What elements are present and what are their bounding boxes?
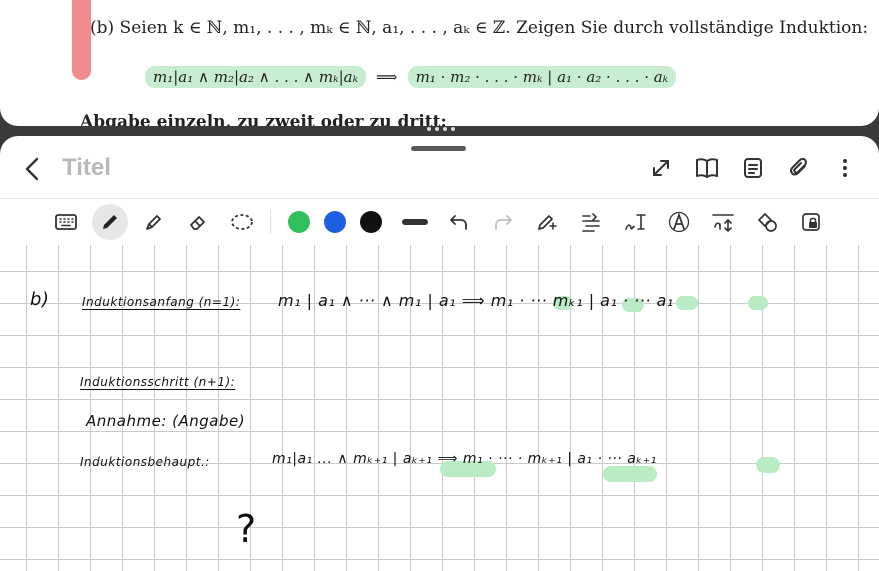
color-green[interactable] <box>288 211 310 233</box>
attach-icon[interactable] <box>787 156 811 180</box>
assumption-text: Annahme: (Angabe) <box>86 412 246 430</box>
highlight-mark <box>603 466 657 482</box>
undo-icon[interactable] <box>441 204 477 240</box>
more-options-icon[interactable] <box>833 156 857 180</box>
text-align-icon[interactable] <box>573 204 609 240</box>
document-panel[interactable]: (b) Seien k ∈ ℕ, m₁, . . . , mₖ ∈ ℕ, a₁,… <box>0 0 879 126</box>
highlight-mark <box>676 296 698 310</box>
split-drag-dots[interactable] <box>427 127 455 131</box>
color-black[interactable] <box>360 211 382 233</box>
text-style-icon[interactable] <box>661 204 697 240</box>
note-sheet: Titel b) Induktionsanfang (n=1): m₁ | a₁… <box>0 136 879 571</box>
toolbar-divider <box>270 210 271 234</box>
submission-text: Abgabe einzeln, zu zweit oder zu dritt: <box>80 112 447 126</box>
pen-toolbar <box>0 198 879 246</box>
exercise-text: (b) Seien k ∈ ℕ, m₁, . . . , mₖ ∈ ℕ, a₁,… <box>90 18 869 38</box>
exercise-formula: m₁|a₁ ∧ m₂|a₂ ∧ . . . ∧ mₖ|aₖ ⟹ m₁ · m₂ … <box>145 65 677 89</box>
stroke-width-icon[interactable] <box>397 204 433 240</box>
shapes-icon[interactable] <box>749 204 785 240</box>
keyboard-icon[interactable] <box>48 204 84 240</box>
induction-claim-label: Induktionsbehaupt.: <box>80 455 210 469</box>
text-size-icon[interactable] <box>705 204 741 240</box>
pen-icon[interactable] <box>92 204 128 240</box>
note-canvas[interactable]: b) Induktionsanfang (n=1): m₁ | a₁ ∧ ···… <box>0 245 879 571</box>
induction-base-label: Induktionsanfang (n=1): <box>82 295 241 309</box>
scroll-indicator[interactable] <box>72 0 91 80</box>
formula-right-highlight: m₁ · m₂ · . . . · mₖ | a₁ · a₂ · . . . ·… <box>407 66 677 88</box>
induction-step-label: Induktionsschritt (n+1): <box>80 375 236 389</box>
induction-claim-formula: m₁|a₁ ... ∧ mₖ₊₁ | aₖ₊₁ ⟹ m₁ · ··· · mₖ₊… <box>272 451 657 467</box>
question-mark: ? <box>236 507 257 551</box>
note-header: Titel <box>0 150 879 190</box>
handwriting-to-text-icon[interactable] <box>617 204 653 240</box>
color-blue[interactable] <box>324 211 346 233</box>
induction-base-formula: m₁ | a₁ ∧ ··· ∧ m₁ | a₁ ⟹ m₁ · ··· mₖ₁ |… <box>278 291 674 310</box>
eraser-icon[interactable] <box>180 204 216 240</box>
pen-settings-icon[interactable] <box>529 204 565 240</box>
formula-left-highlight: m₁|a₁ ∧ m₂|a₂ ∧ . . . ∧ mₖ|aₖ <box>145 66 367 88</box>
lock-icon[interactable] <box>793 204 829 240</box>
expand-icon[interactable] <box>649 156 673 180</box>
note-list-icon[interactable] <box>741 156 765 180</box>
lasso-icon[interactable] <box>224 204 260 240</box>
back-icon[interactable] <box>22 156 44 182</box>
book-icon[interactable] <box>695 156 719 180</box>
implies-symbol: ⟹ <box>376 68 398 86</box>
note-title[interactable]: Titel <box>62 154 111 182</box>
part-label: b) <box>30 289 50 310</box>
highlight-mark <box>748 296 768 310</box>
highlight-mark <box>756 457 780 473</box>
redo-icon[interactable] <box>485 204 521 240</box>
highlighter-icon[interactable] <box>136 204 172 240</box>
